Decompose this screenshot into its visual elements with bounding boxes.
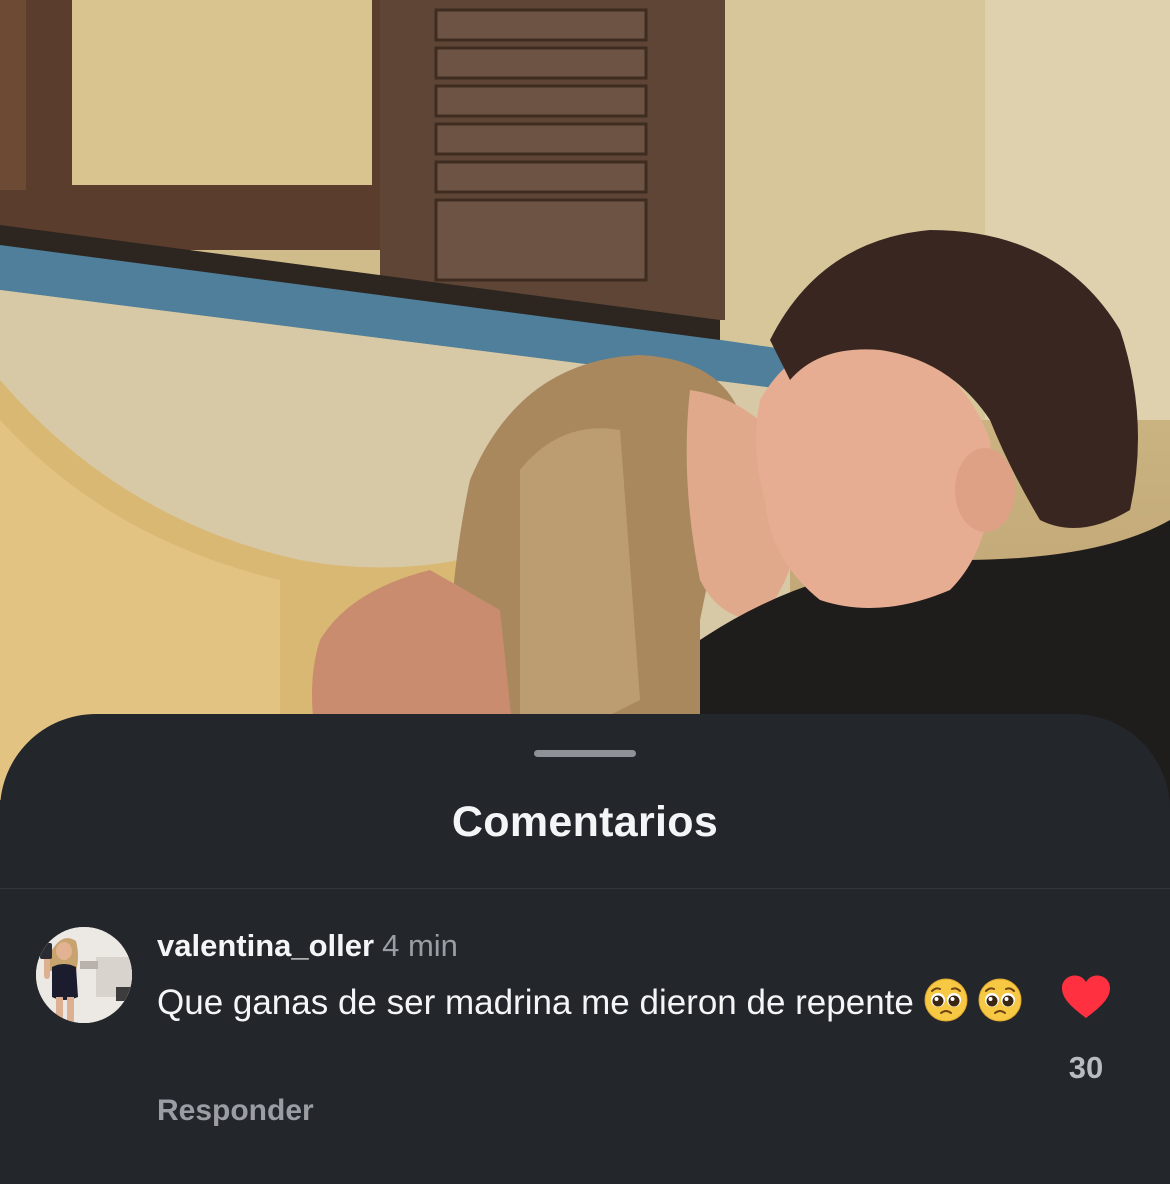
reply-button[interactable]: Responder — [157, 1094, 314, 1128]
comments-sheet: Comentarios valentina_oller 4 min Que gan… — [0, 714, 1170, 1184]
heart-icon — [1062, 975, 1110, 1018]
comment-timestamp: 4 min — [382, 928, 458, 963]
like-button[interactable] — [1060, 974, 1112, 1020]
pleading-face-emoji — [978, 978, 1022, 1022]
like-count: 30 — [1068, 1050, 1104, 1085]
comment-header: valentina_oller 4 min — [157, 926, 458, 966]
commenter-avatar[interactable] — [36, 927, 132, 1023]
comment-username[interactable]: valentina_oller — [157, 928, 374, 963]
sheet-title: Comentarios — [451, 798, 719, 846]
comment-body: Que ganas de ser madrina me dieron de re… — [157, 978, 1027, 1026]
header-divider — [0, 888, 1170, 889]
sheet-grabber-handle[interactable] — [534, 750, 636, 757]
pleading-face-emoji — [924, 978, 968, 1022]
post-background-photo — [0, 0, 1170, 800]
comment-text: Que ganas de ser madrina me dieron de re… — [157, 983, 914, 1022]
